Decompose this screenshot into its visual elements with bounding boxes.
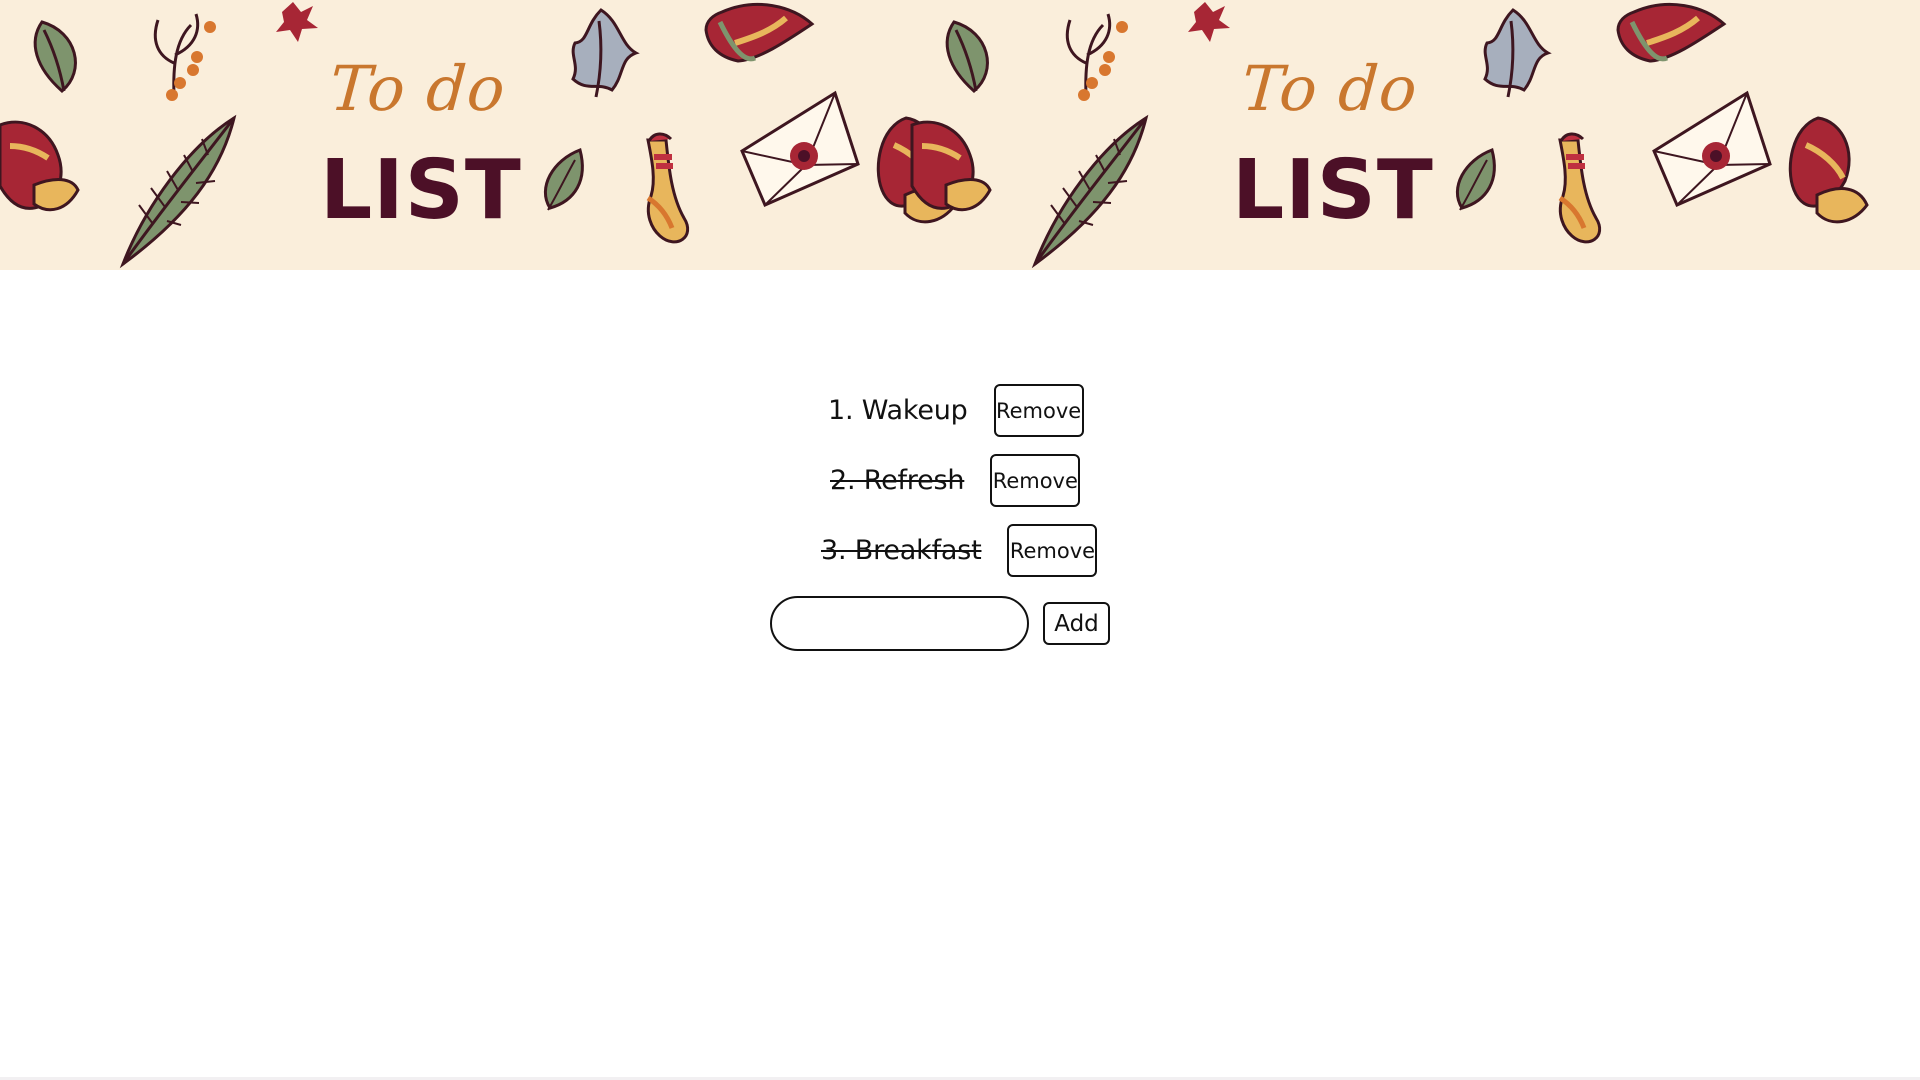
banner-title-to-do: To do <box>327 52 509 125</box>
leaf-icon <box>1456 148 1496 211</box>
banner-tile: To do LIST <box>910 0 1869 270</box>
task-label[interactable]: 1. Wakeup <box>828 397 968 424</box>
maple-leaf-icon <box>276 2 318 42</box>
maple-leaf-icon <box>1188 2 1230 42</box>
feather-leaf-icon <box>1031 114 1149 269</box>
mitten-icon <box>910 120 992 212</box>
task-item: 1. Wakeup Remove <box>828 384 1084 437</box>
leaf-icon <box>544 148 584 211</box>
oak-leaf-icon <box>1483 8 1552 98</box>
banner-tile: To do LIST <box>0 0 957 270</box>
task-item: 3. Breakfast Remove <box>821 524 1098 577</box>
envelope-icon <box>740 90 860 207</box>
leaf-icon <box>33 20 77 93</box>
task-input[interactable] <box>770 596 1029 651</box>
todo-list-banner: To do LIST To do LIST <box>0 0 1920 270</box>
envelope-icon <box>1652 90 1772 207</box>
mitten-icon <box>1616 2 1727 63</box>
add-task-button[interactable]: Add <box>1043 602 1110 645</box>
remove-task-button[interactable]: Remove <box>993 384 1084 437</box>
sock-icon <box>1558 132 1602 244</box>
oak-leaf-icon <box>571 8 640 98</box>
feather-leaf-icon <box>119 114 237 269</box>
banner-title-list: LIST <box>1232 143 1434 238</box>
leaf-icon <box>945 20 989 93</box>
completed-task-label[interactable]: 3. Breakfast <box>821 537 982 564</box>
mitten-icon <box>704 2 815 63</box>
berry-branch-icon <box>1065 13 1128 101</box>
banner-title-to-do: To do <box>1239 52 1421 125</box>
remove-task-button[interactable]: Remove <box>990 454 1081 507</box>
berry-branch-icon <box>153 13 216 101</box>
completed-task-label[interactable]: 2. Refresh <box>830 467 965 494</box>
mitten-icon <box>0 120 80 212</box>
mitten-icon <box>1788 116 1869 224</box>
task-item: 2. Refresh Remove <box>830 454 1081 507</box>
remove-task-button[interactable]: Remove <box>1007 524 1098 577</box>
add-task-form: Add <box>770 596 1110 651</box>
banner-title-list: LIST <box>320 143 522 238</box>
sock-icon <box>646 132 690 244</box>
